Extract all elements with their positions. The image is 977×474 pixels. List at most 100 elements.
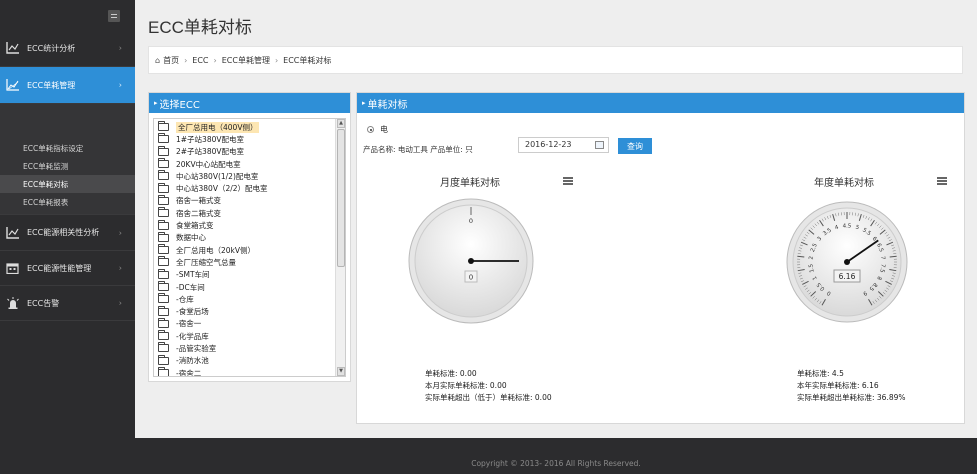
tree-item[interactable]: 全厂总用电（400V侧） [154, 121, 345, 133]
chevron-right-icon: › [118, 263, 122, 273]
chevron-right-icon: › [118, 228, 122, 237]
folder-icon [158, 256, 169, 267]
sidebar-item-label: ECC能源性能管理 [27, 263, 92, 273]
stat-diff: 实际单耗超出（低于）单耗标准: 0.00 [425, 393, 552, 402]
chevron-right-icon: › [118, 298, 122, 308]
caret-right-icon: ▸ [154, 99, 158, 107]
gauge-pivot [468, 258, 474, 264]
query-button[interactable]: 查询 [618, 138, 652, 154]
gauge-pivot [844, 259, 850, 265]
tree-item-label: -SMT车间 [176, 270, 210, 280]
folder-icon [158, 281, 169, 291]
tree-item[interactable]: 宿舍一箱式变 [154, 194, 345, 207]
tree-item-label: 全厂总用电（400V侧） [176, 121, 260, 133]
tree-scrollbar[interactable]: ▲ ▼ [335, 119, 345, 376]
folder-icon [158, 170, 169, 181]
panel-header: ▸ 单耗对标 [357, 93, 964, 113]
tree-item[interactable]: -DC车间 [154, 281, 345, 293]
submenu-item-monitoring[interactable]: ECC单耗监测 [0, 157, 135, 175]
submenu-item-report[interactable]: ECC单耗报表 [0, 193, 135, 211]
tree-item[interactable]: 1#子站380V配电室 [154, 133, 345, 145]
chart-menu-icon[interactable] [937, 177, 947, 185]
yearly-gauge: 00.511.522.533.5 4 4.5 5 5.566.577.588.59 6.… [786, 201, 908, 323]
tree-item[interactable]: 中心站380V（2/2）配电室 [154, 182, 345, 194]
monthly-gauge: 0 0 [408, 198, 534, 324]
tree-item[interactable]: -宿舍二 [154, 367, 345, 376]
breadcrumb-item-home[interactable]: 首页 [163, 55, 179, 66]
sidebar-item-statistics[interactable]: ECC统计分析 › [0, 30, 135, 67]
sidebar-toggle-icon[interactable] [108, 10, 120, 22]
tree-item[interactable]: 数据中心 [154, 231, 345, 244]
main-content: ECC单耗对标 ⌂ 首页 › ECC › ECC单耗管理 › ECC单耗对标 ▸… [135, 0, 977, 438]
tree-item-label: -宿舍一 [176, 319, 202, 329]
tree-item-label: 中心站380V（2/2）配电室 [176, 184, 268, 194]
calendar-icon[interactable] [595, 141, 604, 149]
folder-icon [158, 330, 169, 341]
date-value: 2016-12-23 [525, 140, 572, 149]
line-chart-icon [6, 42, 20, 54]
tree-item[interactable]: 全厂压缩空气总量 [154, 256, 345, 268]
tree-item[interactable]: -化学品库 [154, 330, 345, 342]
scroll-down-icon[interactable]: ▼ [337, 367, 345, 376]
submenu-item-indicator-setting[interactable]: ECC单耗指标设定 [0, 139, 135, 157]
folder-icon [158, 367, 169, 376]
monthly-chart-title: 月度单耗对标 [440, 178, 500, 189]
folder-icon [158, 133, 169, 144]
sidebar-item-alarm[interactable]: ECC告警 › [0, 286, 135, 321]
breadcrumb: ⌂ 首页 › ECC › ECC单耗管理 › ECC单耗对标 [148, 46, 963, 74]
page-title: ECC单耗对标 [148, 18, 252, 37]
tree-item-label: -食堂后场 [176, 307, 209, 317]
submenu: ECC单耗指标设定 ECC单耗监测 ECC单耗对标 ECC单耗报表 [0, 104, 135, 215]
tree-item-label: 全厂压缩空气总量 [176, 257, 236, 267]
breadcrumb-item-consumption[interactable]: ECC单耗管理 [222, 55, 270, 66]
energy-type-radio[interactable]: 电 [367, 124, 388, 135]
sidebar: ECC统计分析 › ECC单耗管理 › ECC单耗指标设定 ECC单耗监测 EC… [0, 0, 135, 474]
sidebar-item-correlation[interactable]: ECC能源相关性分析 › [0, 215, 135, 251]
footer: Copyright © 2013- 2016 All Rights Reserv… [135, 438, 977, 474]
chart-menu-icon[interactable] [563, 177, 573, 185]
tree-item-label: -化学品库 [176, 331, 209, 341]
stat-standard: 单耗标准: 0.00 [425, 369, 477, 378]
select-ecc-panel: ▸ 选择ECC 全厂总用电（400V侧） 1#子站380V配电室 2#子站380V配… [148, 92, 351, 382]
tree-item[interactable]: -品管实验室 [154, 342, 345, 354]
sidebar-item-label: ECC告警 [27, 298, 60, 308]
tree-item[interactable]: -宿舍一 [154, 317, 345, 330]
gauge-tick-label: 4.5 [843, 224, 852, 230]
date-input[interactable]: 2016-12-23 [518, 137, 609, 153]
folder-icon [158, 231, 169, 242]
folder-icon [158, 342, 169, 353]
radio-electricity[interactable] [367, 126, 374, 133]
alarm-icon [6, 297, 20, 309]
tree-item[interactable]: -食堂后场 [154, 305, 345, 317]
chevron-right-icon: › [118, 80, 122, 90]
monthly-stats: 单耗标准: 0.00 本月实际单耗标准: 0.00 实际单耗超出（低于）单耗标准… [425, 368, 552, 404]
tree-item-label: -消防水池 [176, 356, 209, 366]
panel-title: 单耗对标 [367, 99, 408, 111]
tree-item-label: 食堂箱式变 [176, 221, 214, 231]
tree-item[interactable]: 20KV中心站配电室 [154, 158, 345, 170]
calendar-icon [6, 262, 20, 275]
tree-item[interactable]: -仓库 [154, 293, 345, 305]
tree-item[interactable]: 中心站380V(1/2)配电室 [154, 170, 345, 182]
tree-item[interactable]: 2#子站380V配电室 [154, 145, 345, 158]
area-chart-icon [6, 79, 20, 91]
stat-diff: 实际单耗超出单耗标准: 36.89% [797, 393, 906, 402]
ecc-tree[interactable]: 全厂总用电（400V侧） 1#子站380V配电室 2#子站380V配电室 20KV中心… [153, 118, 346, 377]
scroll-up-icon[interactable]: ▲ [337, 119, 345, 128]
tree-item[interactable]: 全厂总用电（20kV侧） [154, 244, 345, 256]
tree-item-label: 宿舍二箱式变 [176, 208, 221, 218]
sidebar-item-label: ECC能源相关性分析 [27, 228, 100, 237]
breadcrumb-separator: › [184, 55, 188, 65]
sidebar-item-performance[interactable]: ECC能源性能管理 › [0, 251, 135, 286]
breadcrumb-item-ecc[interactable]: ECC [192, 56, 208, 65]
submenu-item-benchmark[interactable]: ECC单耗对标 [0, 175, 135, 193]
tree-item[interactable]: -SMT车间 [154, 268, 345, 281]
tree-item[interactable]: -消防水池 [154, 354, 345, 367]
folder-icon [158, 121, 169, 132]
tree-item[interactable]: 食堂箱式变 [154, 219, 345, 231]
tree-item[interactable]: 宿舍二箱式变 [154, 207, 345, 219]
sidebar-item-consumption[interactable]: ECC单耗管理 › [0, 67, 135, 104]
scroll-thumb[interactable] [337, 129, 345, 267]
tree-item-label: -品管实验室 [176, 343, 217, 353]
folder-icon [158, 182, 169, 193]
